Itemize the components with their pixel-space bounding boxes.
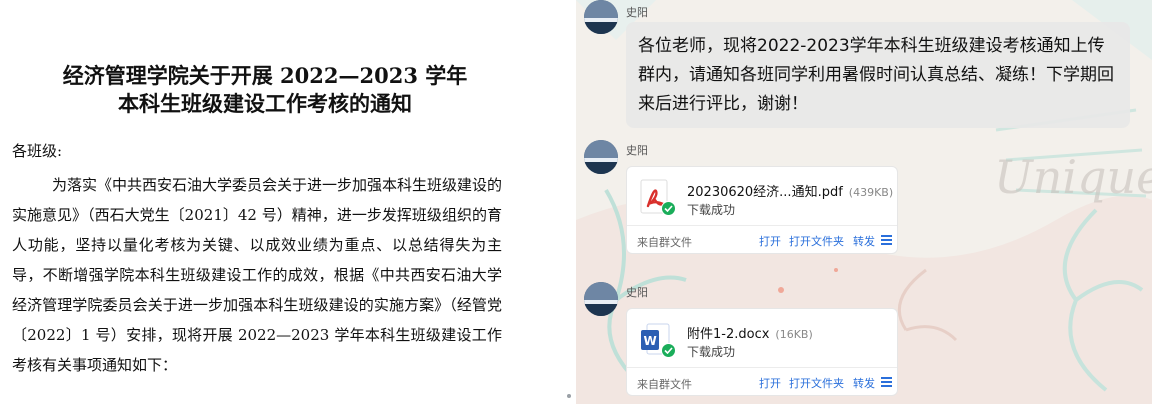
file-card-footer: 来自群文件 打开 打开文件夹 转发	[627, 225, 897, 255]
document-greeting: 各班级:	[12, 142, 63, 160]
download-success-icon	[661, 343, 676, 358]
message-bubble[interactable]: 各位老师，现将2022-2023学年本科生班级建设考核通知上传群内，请通知各班同…	[626, 22, 1130, 128]
avatar[interactable]	[584, 282, 618, 316]
download-status: 下载成功	[687, 345, 736, 359]
more-menu-icon[interactable]	[881, 377, 892, 387]
open-button[interactable]: 打开	[759, 375, 781, 391]
document-title-line1: 经济管理学院关于开展 2022—2023 学年	[62, 63, 468, 88]
download-status: 下载成功	[687, 203, 736, 217]
forward-button[interactable]: 转发	[853, 233, 875, 249]
sender-name: 史阳	[626, 144, 648, 157]
file-card-docx[interactable]: W 附件1-2.docx (16KB) 下载成功 来自群文件 打开 打开文件夹 转…	[626, 308, 898, 396]
open-folder-button[interactable]: 打开文件夹	[789, 375, 844, 391]
file-card-footer: 来自群文件 打开 打开文件夹 转发	[627, 367, 897, 397]
download-success-icon	[661, 201, 676, 216]
file-name-text[interactable]: 20230620经济...通知.pdf	[687, 185, 843, 200]
file-size: (439KB)	[848, 186, 894, 199]
file-source-label: 来自群文件	[637, 236, 692, 249]
file-source-label: 来自群文件	[637, 378, 692, 391]
document-body-text: 为落实《中共西安石油大学委员会关于进一步加强本科生班级建设的实施意见》（西石大党…	[12, 176, 503, 374]
open-folder-button[interactable]: 打开文件夹	[789, 233, 844, 249]
svg-text:W: W	[644, 334, 657, 348]
file-name-text[interactable]: 附件1-2.docx	[687, 327, 769, 342]
sender-name: 史阳	[626, 286, 648, 299]
forward-button[interactable]: 转发	[853, 375, 875, 391]
document-body-paragraph: 为落实《中共西安石油大学委员会关于进一步加强本科生班级建设的实施意见》（西石大党…	[12, 170, 502, 380]
file-name[interactable]: 20230620经济...通知.pdf (439KB)	[687, 181, 893, 200]
more-menu-icon[interactable]	[881, 235, 892, 245]
document-title-line2: 本科生班级建设工作考核的通知	[118, 91, 412, 116]
file-size: (16KB)	[775, 328, 813, 341]
open-button[interactable]: 打开	[759, 233, 781, 249]
document-preview: 经济管理学院关于开展 2022—2023 学年 本科生班级建设工作考核的通知 各…	[0, 0, 572, 404]
divider-dot	[567, 394, 571, 398]
avatar[interactable]	[584, 0, 618, 34]
chat-panel[interactable]: Unique 史阳 各位老师，现将2022-2023学年本科生班级建设考核通知上…	[576, 0, 1152, 404]
file-card-pdf[interactable]: 20230620经济...通知.pdf (439KB) 下载成功 来自群文件 打开…	[626, 166, 898, 254]
file-name[interactable]: 附件1-2.docx (16KB)	[687, 323, 813, 342]
sender-name: 史阳	[626, 6, 648, 19]
background-script-text: Unique	[994, 150, 1152, 204]
avatar[interactable]	[584, 140, 618, 174]
